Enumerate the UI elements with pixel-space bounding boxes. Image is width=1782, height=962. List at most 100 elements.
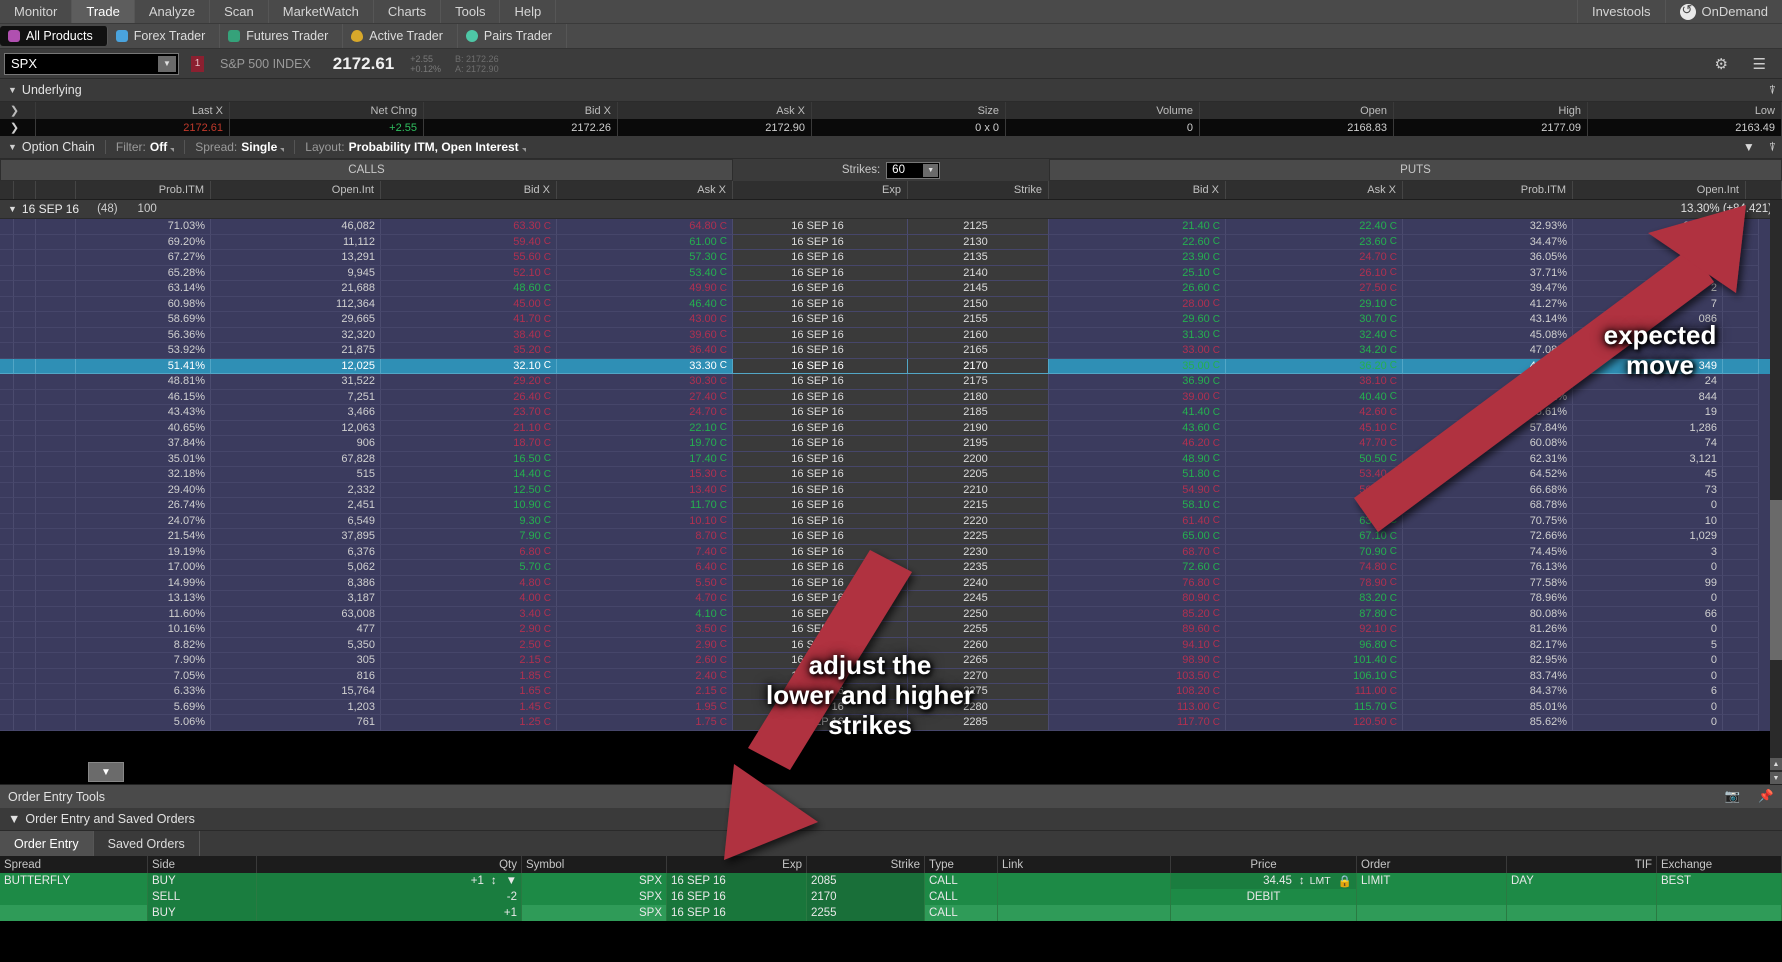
- cell-put-open-int[interactable]: 1,286: [1573, 420, 1723, 436]
- panel-detach-icon[interactable]: ⍒: [1769, 140, 1776, 155]
- cell-type[interactable]: CALL: [925, 873, 998, 889]
- cell-call-open-int[interactable]: 12,063: [211, 420, 381, 436]
- cell-tif[interactable]: [1507, 905, 1657, 921]
- chain-row[interactable]: 29.40% 2,332 12.50 C 13.40 C 16 SEP 16 2210 54.9…: [0, 482, 1782, 498]
- cell-put-bid[interactable]: 43.60 C: [1049, 420, 1226, 436]
- cell-put-ask[interactable]: 32.40 C: [1226, 327, 1403, 343]
- cell-call-ask[interactable]: 8.70 C: [557, 529, 733, 545]
- cell-put-bid[interactable]: 26.60 C: [1049, 281, 1226, 297]
- chain-row[interactable]: 53.92% 21,875 35.20 C 36.40 C 16 SEP 16 2165 33.…: [0, 343, 1782, 359]
- cell-put-prob-itm[interactable]: 85.01%: [1403, 699, 1573, 715]
- cell-put-bid[interactable]: 89.60 C: [1049, 622, 1226, 638]
- cell-put-prob-itm[interactable]: 37.71%: [1403, 265, 1573, 281]
- row-gutter[interactable]: [0, 591, 14, 607]
- cell-put-prob-itm[interactable]: 78.96%: [1403, 591, 1573, 607]
- cell-call-open-int[interactable]: 2,451: [211, 498, 381, 514]
- cell-call-open-int[interactable]: 477: [211, 622, 381, 638]
- strikes-dropdown[interactable]: 60 ▼: [886, 161, 941, 179]
- cell-call-ask[interactable]: 33.30 C: [557, 358, 733, 374]
- cell-call-ask[interactable]: 5.50 C: [557, 575, 733, 591]
- row-gutter[interactable]: [0, 544, 14, 560]
- cell-call-prob-itm[interactable]: 5.06%: [76, 715, 211, 731]
- cell-put-prob-itm[interactable]: 41.27%: [1403, 296, 1573, 312]
- cell-strike[interactable]: 2205: [908, 467, 1049, 483]
- cell-put-ask[interactable]: 34.20 C: [1226, 343, 1403, 359]
- row-gutter[interactable]: [1723, 591, 1759, 607]
- cell-put-bid[interactable]: 103.50 C: [1049, 668, 1226, 684]
- row-gutter[interactable]: [0, 420, 14, 436]
- row-gutter[interactable]: [14, 482, 36, 498]
- cell-call-bid[interactable]: 32.10 C: [381, 358, 557, 374]
- cell-call-prob-itm[interactable]: 19.19%: [76, 544, 211, 560]
- subtab-all-products[interactable]: All Products: [0, 26, 108, 46]
- row-gutter[interactable]: [0, 606, 14, 622]
- cell-spread[interactable]: [0, 905, 148, 921]
- cell-put-open-int[interactable]: 0: [1573, 498, 1723, 514]
- cell-expiration[interactable]: 16 SEP 16: [733, 296, 908, 312]
- row-gutter[interactable]: [36, 358, 76, 374]
- cell-expiration[interactable]: 16 SEP 16: [733, 420, 908, 436]
- cell-call-open-int[interactable]: 112,364: [211, 296, 381, 312]
- row-gutter[interactable]: [0, 560, 14, 576]
- cell-expiration[interactable]: 16 SEP 16: [733, 265, 908, 281]
- row-gutter[interactable]: [0, 575, 14, 591]
- cell-put-bid[interactable]: 76.80 C: [1049, 575, 1226, 591]
- cell-call-ask[interactable]: 10.10 C: [557, 513, 733, 529]
- row-gutter[interactable]: [0, 265, 14, 281]
- row-gutter[interactable]: [14, 467, 36, 483]
- cell-put-bid[interactable]: 31.30 C: [1049, 327, 1226, 343]
- symbol-alert-badge[interactable]: 1: [191, 55, 204, 72]
- cell-call-open-int[interactable]: 5,062: [211, 560, 381, 576]
- cell-call-ask[interactable]: 15.30 C: [557, 467, 733, 483]
- cell-call-prob-itm[interactable]: 40.65%: [76, 420, 211, 436]
- row-gutter[interactable]: [0, 327, 14, 343]
- cell-call-open-int[interactable]: 906: [211, 436, 381, 452]
- cell-call-ask[interactable]: 57.30 C: [557, 250, 733, 266]
- row-gutter[interactable]: [0, 389, 14, 405]
- row-gutter[interactable]: [36, 405, 76, 421]
- col-call-prob-itm[interactable]: Prob.ITM: [76, 181, 211, 199]
- cell-put-bid[interactable]: 33.00 C: [1049, 343, 1226, 359]
- cell-call-bid[interactable]: 59.40 C: [381, 234, 557, 250]
- row-gutter[interactable]: [0, 219, 14, 235]
- row-gutter[interactable]: [36, 606, 76, 622]
- cell-strike[interactable]: 2160: [908, 327, 1049, 343]
- cell-put-bid[interactable]: 23.90 C: [1049, 250, 1226, 266]
- cell-put-prob-itm[interactable]: 84.37%: [1403, 684, 1573, 700]
- cell-symbol[interactable]: SPX: [522, 889, 667, 905]
- order-entry-row[interactable]: BUY +1 SPX 16 SEP 16 2255 CALL: [0, 905, 1782, 921]
- row-gutter[interactable]: [14, 715, 36, 731]
- cell-expiration[interactable]: 16 SEP 16: [733, 436, 908, 452]
- cell-put-ask[interactable]: 87.80 C: [1226, 606, 1403, 622]
- cell-call-bid[interactable]: 2.50 C: [381, 637, 557, 653]
- menu-item-trade[interactable]: Trade: [72, 0, 135, 23]
- cell-put-open-int[interactable]: 0: [1573, 653, 1723, 669]
- row-gutter[interactable]: [14, 327, 36, 343]
- order-entry-section-header[interactable]: ▼ Order Entry and Saved Orders: [0, 808, 1782, 831]
- row-gutter[interactable]: [36, 684, 76, 700]
- row-gutter[interactable]: [1723, 250, 1759, 266]
- cell-put-ask[interactable]: 42.60 C: [1226, 405, 1403, 421]
- cell-put-ask[interactable]: 83.20 C: [1226, 591, 1403, 607]
- underlying-section-header[interactable]: ▼ Underlying ⍒: [0, 79, 1782, 102]
- cell-strike[interactable]: 2185: [908, 405, 1049, 421]
- cell-put-open-int[interactable]: 3: [1573, 544, 1723, 560]
- cell-strike[interactable]: 2175: [908, 374, 1049, 390]
- tab-saved-orders[interactable]: Saved Orders: [94, 831, 200, 856]
- cell-call-bid[interactable]: 52.10 C: [381, 265, 557, 281]
- cell-type[interactable]: CALL: [925, 905, 998, 921]
- row-gutter[interactable]: [36, 544, 76, 560]
- cell-call-open-int[interactable]: 15,764: [211, 684, 381, 700]
- menu-item-charts[interactable]: Charts: [374, 0, 442, 23]
- row-gutter[interactable]: [36, 637, 76, 653]
- row-gutter[interactable]: [36, 451, 76, 467]
- cell-strike[interactable]: 2170: [807, 889, 925, 905]
- cell-put-bid[interactable]: 35.00 C: [1049, 358, 1226, 374]
- cell-put-ask[interactable]: 24.70 C: [1226, 250, 1403, 266]
- cell-put-prob-itm[interactable]: 62.31%: [1403, 451, 1573, 467]
- cell-put-open-int[interactable]: 5: [1573, 637, 1723, 653]
- row-gutter[interactable]: [0, 436, 14, 452]
- cell-expiration[interactable]: 16 SEP 16: [733, 544, 908, 560]
- cell-call-open-int[interactable]: 63,008: [211, 606, 381, 622]
- row-gutter[interactable]: [0, 250, 14, 266]
